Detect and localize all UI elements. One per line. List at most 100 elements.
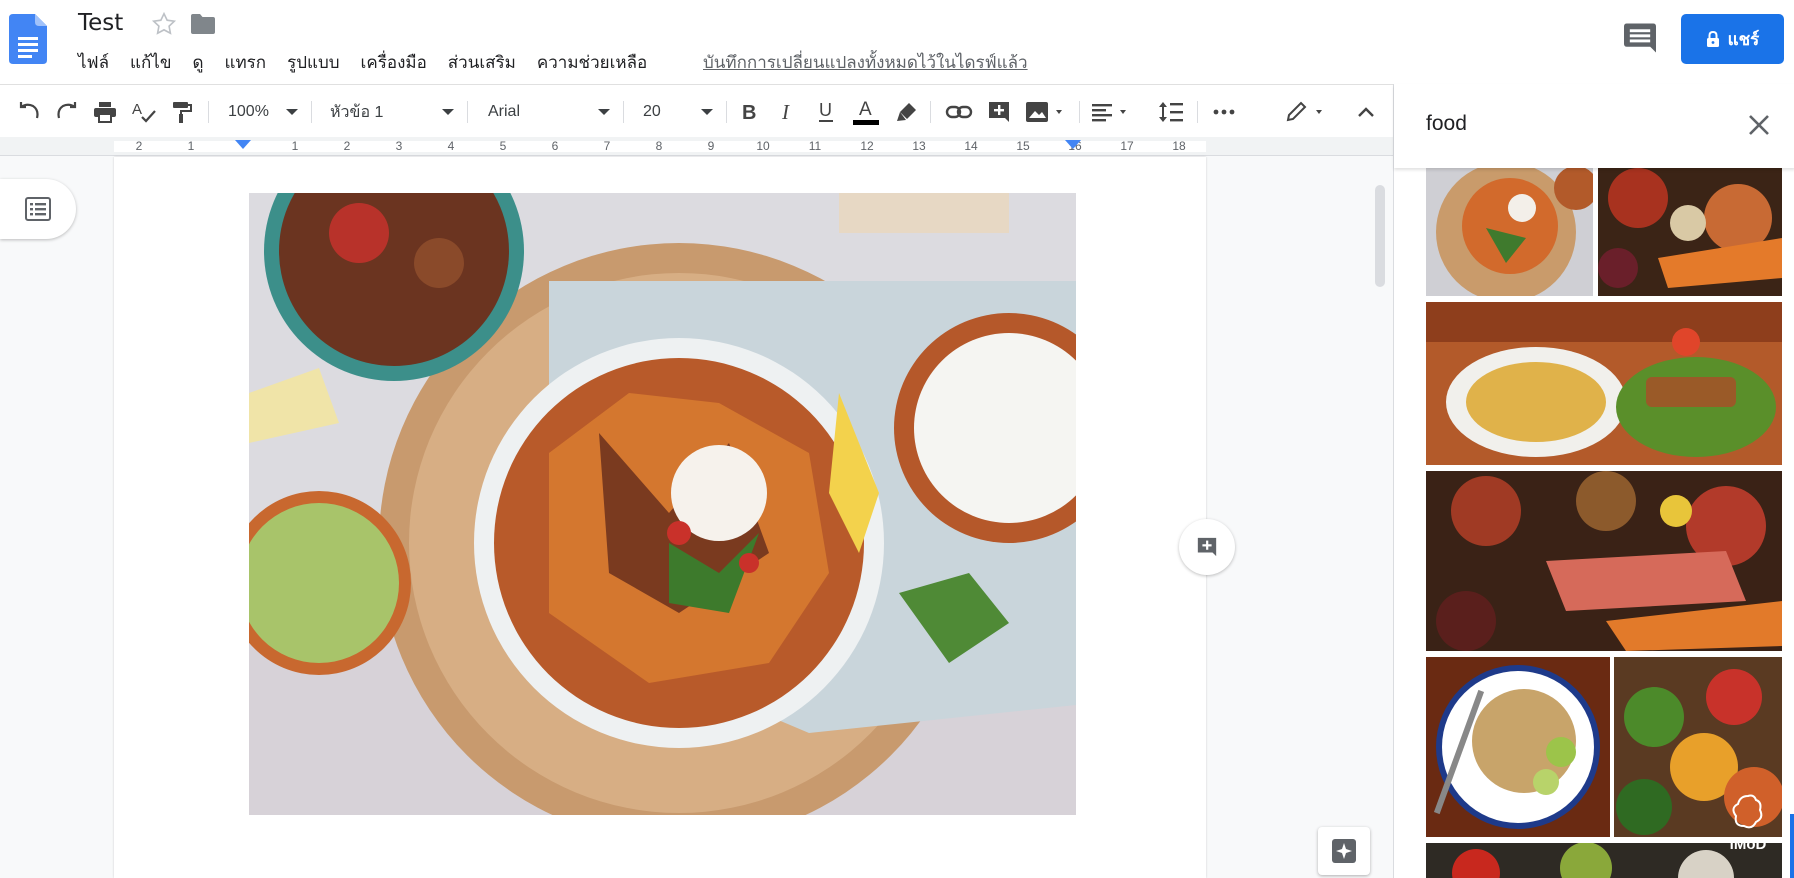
menu-tools[interactable]: เครื่องมือ: [361, 49, 427, 76]
toolbar-divider: [726, 101, 727, 123]
close-icon[interactable]: [1745, 111, 1773, 139]
paragraph-style-value: หัวข้อ 1: [330, 103, 384, 121]
svg-text:I: I: [781, 101, 790, 123]
svg-text:B: B: [742, 102, 756, 123]
line-spacing-icon[interactable]: [1156, 99, 1186, 125]
underline-icon[interactable]: U: [813, 99, 839, 125]
menu-help[interactable]: ความช่วยเหลือ: [537, 49, 647, 76]
ruler-number: 3: [395, 139, 403, 153]
share-button[interactable]: แชร์: [1681, 14, 1784, 64]
document-title[interactable]: Test: [78, 10, 123, 36]
toolbar-divider: [311, 101, 312, 123]
inserted-food-image[interactable]: [227, 121, 1124, 843]
lock-icon: [1706, 31, 1719, 47]
ruler-number: 11: [808, 139, 822, 153]
image-result[interactable]: [1426, 657, 1610, 837]
toolbar-divider: [930, 101, 931, 123]
chevron-down-icon: [598, 109, 610, 115]
image-result[interactable]: [1426, 302, 1782, 465]
spellcheck-icon[interactable]: A: [130, 99, 158, 125]
menu-view[interactable]: ดู: [192, 49, 203, 76]
redo-icon[interactable]: [53, 99, 81, 125]
highlight-icon[interactable]: [893, 99, 921, 125]
ruler-number: 14: [964, 139, 978, 153]
document-canvas: [0, 121, 1393, 878]
italic-icon[interactable]: I: [775, 99, 801, 125]
explore-scrollbar[interactable]: [1790, 814, 1794, 878]
ruler-number: 6: [551, 139, 559, 153]
add-comment-icon: [1197, 537, 1217, 557]
collapse-icon[interactable]: [1353, 99, 1379, 125]
paragraph-style-select[interactable]: หัวข้อ 1: [330, 98, 454, 126]
text-color-icon[interactable]: A: [851, 99, 881, 125]
toolbar-divider: [1197, 101, 1198, 123]
edit-mode-icon[interactable]: [1284, 99, 1332, 125]
svg-text:A: A: [859, 99, 872, 120]
svg-text:U: U: [819, 100, 832, 120]
toolbar-divider: [1079, 101, 1080, 123]
insert-image-icon[interactable]: [1023, 99, 1069, 125]
font-size-value: 20: [643, 103, 661, 120]
explore-icon: [1332, 839, 1356, 863]
star-icon[interactable]: [151, 11, 177, 37]
explore-search-bar: food: [1394, 84, 1794, 168]
explore-search-input[interactable]: food: [1426, 112, 1467, 136]
comment-icon[interactable]: [1622, 22, 1658, 54]
left-indent-marker[interactable]: [235, 140, 251, 149]
ruler-number: 13: [912, 139, 926, 153]
explore-panel: food: [1393, 84, 1794, 878]
document-scrollbar[interactable]: [1375, 185, 1385, 287]
paint-format-icon[interactable]: [168, 99, 196, 125]
undo-icon[interactable]: [15, 99, 43, 125]
zoom-value: 100%: [228, 103, 269, 120]
more-icon[interactable]: [1209, 99, 1239, 125]
folder-icon[interactable]: [190, 12, 216, 36]
svg-text:A: A: [132, 101, 142, 118]
menu-file[interactable]: ไฟล์: [78, 49, 109, 76]
image-result[interactable]: [1598, 168, 1782, 296]
link-icon[interactable]: [943, 99, 975, 125]
ruler-number: 15: [1016, 139, 1030, 153]
header: Test ไฟล์ แก้ไข ดู แทรก รูปแบบ เครื่องมื…: [0, 0, 1794, 84]
image-result[interactable]: [1426, 471, 1782, 651]
docs-logo-icon[interactable]: [9, 14, 47, 64]
watermark-text: iMoD: [1729, 836, 1767, 853]
ruler-number: 7: [603, 139, 611, 153]
watermark-logo: iMoD: [1718, 792, 1778, 872]
ruler[interactable]: 2 1 1 2 3 4 5 6 7 8 9 10 11 12 13 14 15 …: [0, 137, 1393, 156]
ruler-number: 2: [343, 139, 351, 153]
ruler-number: 9: [707, 139, 715, 153]
bold-icon[interactable]: B: [737, 99, 763, 125]
outline-icon: [25, 197, 51, 221]
zoom-select[interactable]: 100%: [228, 98, 298, 126]
font-select[interactable]: Arial: [488, 98, 610, 126]
add-comment-icon[interactable]: [985, 99, 1013, 125]
ruler-number: 1: [187, 139, 195, 153]
image-result[interactable]: [1426, 168, 1593, 296]
font-size-select[interactable]: 20: [643, 98, 713, 126]
chevron-down-icon: [442, 109, 454, 115]
ruler-number: 8: [655, 139, 663, 153]
explore-button[interactable]: [1318, 827, 1370, 875]
ruler-number: 10: [756, 139, 770, 153]
right-indent-marker[interactable]: [1065, 140, 1081, 149]
toolbar-divider: [623, 101, 624, 123]
chevron-down-icon: [286, 109, 298, 115]
menu-addons[interactable]: ส่วนเสริม: [448, 49, 516, 76]
outline-button[interactable]: [0, 179, 76, 239]
toolbar: A 100% หัวข้อ 1 Arial 20 B I U A: [0, 84, 1393, 137]
align-icon[interactable]: [1090, 99, 1134, 125]
ruler-number: 17: [1120, 139, 1134, 153]
ruler-number: 18: [1172, 139, 1186, 153]
menu-insert[interactable]: แทรก: [224, 49, 266, 76]
font-value: Arial: [488, 103, 521, 120]
share-label: แชร์: [1727, 29, 1760, 50]
ruler-number: 4: [447, 139, 455, 153]
image-results: [1394, 168, 1794, 878]
floating-add-comment-button[interactable]: [1179, 519, 1235, 575]
print-icon[interactable]: [91, 99, 119, 125]
chevron-down-icon: [701, 109, 713, 115]
save-status[interactable]: บันทึกการเปลี่ยนแปลงทั้งหมดไว้ในไดรฟ์แล้…: [703, 49, 1028, 76]
menu-edit[interactable]: แก้ไข: [130, 49, 171, 76]
menu-format[interactable]: รูปแบบ: [287, 49, 339, 76]
